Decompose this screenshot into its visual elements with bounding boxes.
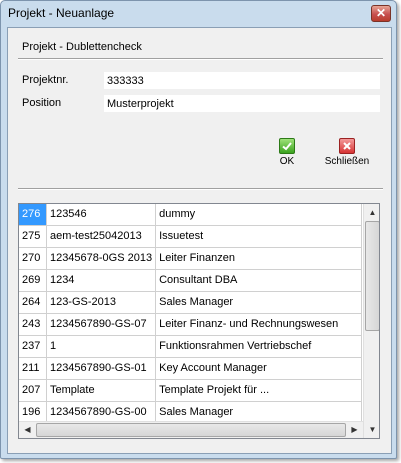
cell-nr[interactable]: 1 — [46, 335, 157, 359]
cell-name[interactable]: Issuetest — [155, 225, 362, 249]
schliessen-button[interactable]: Schließen — [322, 138, 372, 167]
projektnr-input[interactable] — [104, 72, 380, 89]
cell-id[interactable]: 243 — [19, 313, 47, 337]
cell-name[interactable]: dummy — [155, 204, 362, 227]
x-icon — [339, 138, 355, 154]
cell-nr[interactable]: 123546 — [46, 204, 157, 227]
cell-name[interactable]: Leiter Finanzen — [155, 247, 362, 271]
cell-id[interactable]: 207 — [19, 379, 47, 403]
table-row[interactable]: 211 1234567890-GS-01 Key Account Manager — [19, 357, 362, 381]
cell-nr[interactable]: 1234567890-GS-07 — [46, 313, 157, 337]
table-row[interactable]: 264 123-GS-2013 Sales Manager — [19, 291, 362, 315]
dialog-content: Projekt - Dublettencheck Projektnr. Posi… — [7, 27, 392, 454]
window-close-button[interactable]: ✕ — [371, 5, 391, 22]
dialog-window: Projekt - Neuanlage ✕ Projekt - Dublette… — [0, 0, 397, 459]
horizontal-scroll-thumb[interactable] — [36, 423, 346, 437]
cell-nr[interactable]: Template — [46, 379, 157, 403]
cell-nr[interactable]: 12345678-0GS 2013 — [46, 247, 157, 271]
cell-id[interactable]: 211 — [19, 357, 47, 381]
vertical-scrollbar[interactable]: ▲ ▼ — [363, 204, 379, 438]
cell-nr[interactable]: 123-GS-2013 — [46, 291, 157, 315]
cell-name[interactable]: Leiter Finanz- und Rechnungswesen — [155, 313, 362, 337]
cell-name[interactable]: Consultant DBA — [155, 269, 362, 293]
cell-name[interactable]: Template Projekt für ... — [155, 379, 362, 403]
ok-button[interactable]: OK — [270, 138, 304, 167]
duplicate-grid[interactable]: 276 123546 dummy 275 aem-test25042013 Is… — [18, 203, 380, 439]
position-input[interactable] — [104, 95, 380, 112]
cell-name[interactable]: Sales Manager — [155, 291, 362, 315]
table-row[interactable]: 276 123546 dummy — [19, 204, 362, 227]
scroll-down-arrow-icon[interactable]: ▼ — [364, 421, 379, 438]
check-icon — [279, 138, 295, 154]
scroll-left-arrow-icon[interactable]: ◀ — [19, 422, 36, 438]
table-row[interactable]: 207 Template Template Projekt für ... — [19, 379, 362, 403]
cell-name[interactable]: Key Account Manager — [155, 357, 362, 381]
cell-name[interactable]: Funktionsrahmen Vertriebschef — [155, 335, 362, 359]
position-label: Position — [22, 97, 62, 109]
grid-table: 276 123546 dummy 275 aem-test25042013 Is… — [19, 204, 362, 425]
schliessen-label: Schließen — [324, 156, 370, 167]
projektnr-label: Projektnr. — [22, 74, 69, 86]
table-row[interactable]: 237 1 Funktionsrahmen Vertriebschef — [19, 335, 362, 359]
cell-nr[interactable]: 1234 — [46, 269, 157, 293]
cell-id[interactable]: 270 — [19, 247, 47, 271]
table-row[interactable]: 270 12345678-0GS 2013 Leiter Finanzen — [19, 247, 362, 271]
table-row[interactable]: 275 aem-test25042013 Issuetest — [19, 225, 362, 249]
cell-id[interactable]: 264 — [19, 291, 47, 315]
cell-id[interactable]: 275 — [19, 225, 47, 249]
section-title: Projekt - Dublettencheck — [22, 41, 142, 53]
table-row[interactable]: 243 1234567890-GS-07 Leiter Finanz- und … — [19, 313, 362, 337]
title-bar[interactable]: Projekt - Neuanlage ✕ — [1, 1, 396, 27]
table-row[interactable]: 269 1234 Consultant DBA — [19, 269, 362, 293]
cell-id[interactable]: 269 — [19, 269, 47, 293]
divider — [18, 58, 383, 60]
cell-nr[interactable]: aem-test25042013 — [46, 225, 157, 249]
ok-label: OK — [279, 156, 295, 167]
cell-id[interactable]: 237 — [19, 335, 47, 359]
divider — [18, 188, 383, 190]
vertical-scroll-thumb[interactable] — [365, 221, 379, 331]
scroll-up-arrow-icon[interactable]: ▲ — [364, 204, 379, 221]
scroll-right-arrow-icon[interactable]: ▶ — [346, 422, 363, 438]
window-title: Projekt - Neuanlage — [8, 6, 115, 20]
cell-nr[interactable]: 1234567890-GS-01 — [46, 357, 157, 381]
cell-id[interactable]: 276 — [19, 204, 47, 227]
horizontal-scrollbar[interactable]: ◀ ▶ — [19, 421, 363, 438]
